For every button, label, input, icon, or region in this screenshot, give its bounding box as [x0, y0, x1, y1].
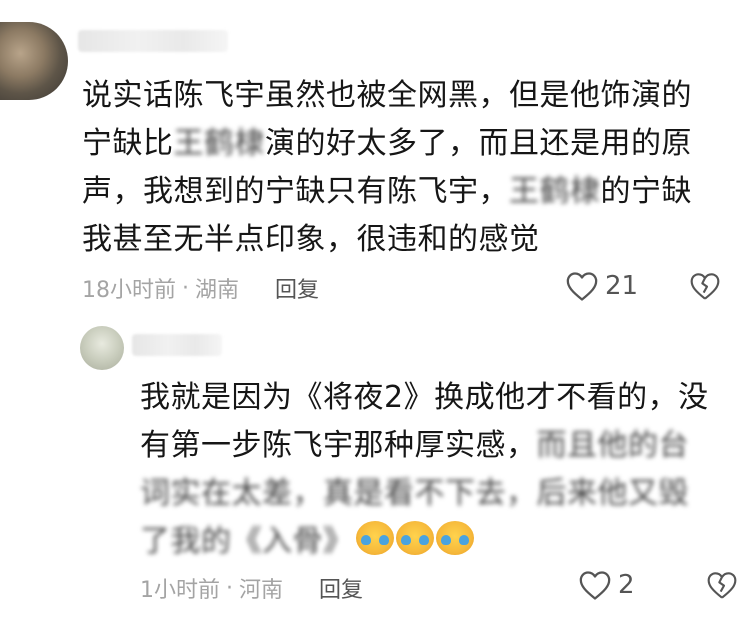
- comment-text: 我就是因为《将夜2》换成他才不看的，没 有第一步陈飞宇那种厚实感，而且他的台 词…: [140, 374, 720, 566]
- like-count: 2: [618, 570, 635, 600]
- broken-heart-icon[interactable]: [706, 569, 738, 601]
- comment-line: 有第一步陈飞宇那种厚实感，而且他的台: [140, 422, 720, 470]
- comment-meta: 18小时前 · 湖南 回复: [82, 272, 319, 304]
- comment-line: 声，我想到的宁缺只有陈飞宇，王鹤棣的宁缺: [82, 168, 722, 216]
- blurred-text: 而且他的台: [536, 428, 689, 463]
- crying-face-emoji-icon: [395, 521, 434, 555]
- blurred-text: 词实在太差，真是看不下去，后来他又毁: [140, 476, 689, 511]
- timestamp: 18小时前: [82, 278, 176, 303]
- crying-face-emoji-icon: [435, 521, 474, 555]
- comment-line: 我甚至无半点印象，很违和的感觉: [82, 222, 540, 257]
- reply-comment-item: 我就是因为《将夜2》换成他才不看的，没 有第一步陈飞宇那种厚实感，而且他的台 词…: [0, 310, 742, 621]
- avatar[interactable]: [80, 326, 124, 370]
- reply-button[interactable]: 回复: [319, 572, 363, 604]
- timestamp: 1小时前: [140, 578, 220, 603]
- username-blurred[interactable]: [78, 30, 228, 52]
- comment-actions: 2: [578, 569, 738, 601]
- broken-heart-icon[interactable]: [689, 270, 721, 302]
- separator: ·: [226, 575, 233, 601]
- avatar[interactable]: [0, 22, 68, 100]
- username-blurred[interactable]: [132, 334, 222, 356]
- heart-icon[interactable]: [578, 569, 612, 601]
- comment-actions: 21: [565, 270, 721, 302]
- heart-icon[interactable]: [565, 270, 599, 302]
- blurred-name: 王鹤棣: [173, 126, 265, 161]
- comment-line: 说实话陈飞宇虽然也被全网黑，但是他饰演的: [82, 78, 692, 113]
- comment-text: 说实话陈飞宇虽然也被全网黑，但是他饰演的 宁缺比王鹤棣演的好太多了，而且还是用的…: [82, 72, 722, 264]
- like-count: 21: [605, 271, 639, 301]
- crying-face-emoji-icon: [355, 521, 394, 555]
- comment-line: 我就是因为《将夜2》换成他才不看的，没: [140, 380, 709, 415]
- comment-line: 了我的《入骨》: [140, 518, 720, 566]
- blurred-text: 了我的《入骨》: [140, 524, 354, 559]
- location: 湖南: [195, 278, 240, 303]
- comment-item: 说实话陈飞宇虽然也被全网黑，但是他饰演的 宁缺比王鹤棣演的好太多了，而且还是用的…: [0, 0, 742, 310]
- reply-button[interactable]: 回复: [275, 272, 319, 304]
- blurred-name: 王鹤棣: [509, 174, 601, 209]
- separator: ·: [182, 275, 189, 301]
- comment-line: 宁缺比王鹤棣演的好太多了，而且还是用的原: [82, 120, 722, 168]
- comment-meta: 1小时前 · 河南 回复: [140, 572, 363, 604]
- location: 河南: [239, 578, 284, 603]
